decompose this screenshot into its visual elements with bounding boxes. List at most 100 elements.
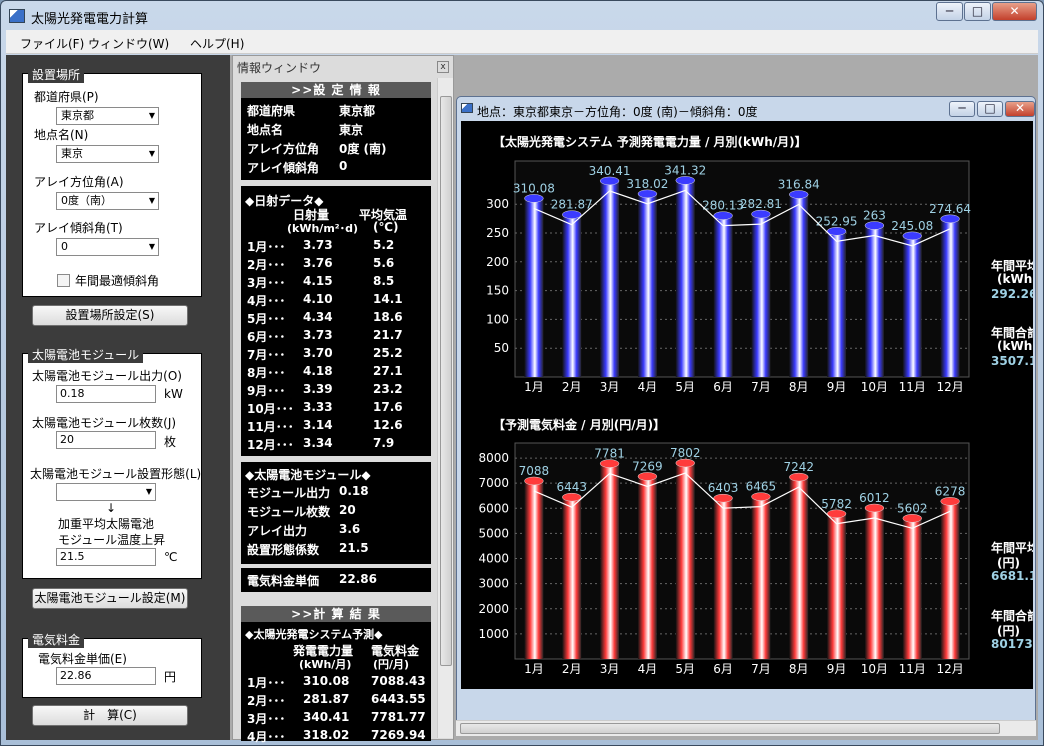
temp-rise-label-2: モジュール温度上昇 — [58, 533, 166, 547]
solar-col2-unit: (℃) — [373, 220, 399, 234]
result-month: 2月･･･ — [247, 694, 286, 708]
info-close-button[interactable]: x — [437, 61, 449, 73]
chart-maximize-button[interactable]: □ — [977, 101, 1003, 117]
module-info-value: 0.18 — [339, 484, 369, 498]
solar-month: 1月･･･ — [247, 240, 286, 254]
chart2-xtick: 5月 — [675, 662, 695, 676]
temp-rise-input[interactable]: 21.5 — [56, 548, 156, 566]
chart1-bar-cap — [524, 194, 544, 203]
chart2-xtick: 4月 — [638, 662, 658, 676]
chart2-xtick: 11月 — [899, 662, 926, 676]
solar-temperature: 7.9 — [373, 436, 395, 450]
solar-month: 7月･･･ — [247, 348, 286, 362]
optimal-tilt-checkbox[interactable] — [57, 274, 70, 287]
temp-rise-label-1: 加重平均太陽電池 — [58, 517, 155, 531]
calculate-button[interactable]: 計 算(C) — [32, 705, 188, 726]
chart-hscroll-thumb[interactable] — [460, 723, 1000, 734]
arrow-down: ↓ — [106, 501, 117, 515]
menu-window[interactable]: ウィンドウ(W) — [88, 35, 169, 52]
menu-file[interactable]: ファイル(F) — [20, 35, 84, 52]
chart-window-icon — [461, 103, 473, 113]
module-count-input[interactable]: 20 — [56, 431, 156, 449]
chart2-title: 【予測電気料金 / 月別(円/月)】 — [493, 418, 666, 432]
chart2-data-label: 6443 — [556, 480, 587, 494]
site-select[interactable]: 東京 — [56, 145, 159, 163]
chart-close-button[interactable]: ✕ — [1005, 101, 1035, 117]
module-settings-button[interactable]: 太陽電池モジュール設定(M) — [32, 588, 188, 609]
chart2-bar-cap — [751, 492, 771, 501]
maximize-button[interactable]: □ — [964, 2, 991, 21]
tilt-select[interactable]: 0 — [56, 238, 159, 256]
chart1-ytick: 200 — [486, 255, 509, 269]
location-settings-button[interactable]: 設置場所設定(S) — [32, 305, 188, 326]
optimal-tilt-label: 年間最適傾斜角 — [75, 274, 160, 288]
chart1-bar-cap — [562, 210, 582, 219]
solar-data-box: ◆日射データ◆ 日射量 (kWh/m²･d) 平均気温 (℃) 1月･･･ 3.7… — [241, 186, 431, 456]
solar-temperature: 5.2 — [373, 238, 395, 252]
chart2-ytick: 6000 — [478, 501, 509, 515]
chart1-ytick: 250 — [486, 226, 509, 240]
chart2-xtick: 3月 — [600, 662, 620, 676]
info-scroll-thumb[interactable] — [440, 96, 452, 666]
chart1-bar-cap — [940, 214, 960, 224]
solar-month: 4月･･･ — [247, 294, 286, 308]
chart-minimize-button[interactable]: ─ — [949, 101, 975, 117]
chart1-bar-cap — [599, 176, 620, 186]
chart2-xtick: 8月 — [789, 662, 809, 676]
temp-rise-unit: ℃ — [164, 550, 178, 564]
minimize-button[interactable]: ─ — [936, 2, 963, 21]
chart2-data-label: 6278 — [935, 484, 966, 498]
module-info-box: ◆太陽電池モジュール◆ モジュール出力 0.18 モジュール枚数 20 アレイ出力 3.6… — [241, 462, 431, 564]
module-output-input[interactable]: 0.18 — [56, 385, 156, 403]
result-box: >>計 算 結 果 ◆太陽光発電システム予測◆ 発電電力量 (kWh/月) 電気… — [241, 606, 431, 744]
chart1-bar — [637, 193, 657, 377]
module-count-unit: 枚 — [164, 435, 177, 449]
install-form-select[interactable] — [56, 483, 156, 501]
chart2-ytick: 7000 — [478, 476, 509, 490]
solar-irradiance: 4.15 — [303, 274, 333, 288]
solar-month: 6月･･･ — [247, 330, 286, 344]
close-button[interactable]: ✕ — [992, 2, 1037, 21]
solar-irradiance: 3.73 — [303, 328, 333, 342]
chart2-ytick: 3000 — [478, 577, 509, 591]
chart2-bar — [827, 513, 847, 659]
chart2-bar — [940, 501, 960, 659]
module-group-title: 太陽電池モジュール — [28, 346, 144, 363]
module-count-label: 太陽電池モジュール枚数(J) — [32, 416, 177, 430]
fee-input[interactable]: 22.86 — [56, 667, 156, 685]
fee-info-value: 22.86 — [339, 572, 377, 586]
chart1-bar-cap — [713, 211, 733, 220]
chart-window: 地点：東京都東京－方位角：0度 (南)－傾斜角：0度 ─ □ ✕ 【太陽光発電シ… — [456, 96, 1036, 721]
chart1-xtick: 6月 — [713, 380, 733, 394]
chart-horizontal-scrollbar[interactable] — [456, 720, 1036, 736]
chart1-data-label: 340.41 — [589, 164, 631, 178]
chart2-bar-cap — [599, 459, 620, 468]
chart1-avg-unit: (kWh) — [997, 272, 1033, 286]
chart2-total-value: 80173.15 — [991, 637, 1033, 651]
solar-irradiance: 3.34 — [303, 436, 333, 450]
chart2-data-label: 6403 — [708, 481, 739, 495]
chart2-ytick: 4000 — [478, 552, 509, 566]
chart1-bar-cap — [751, 209, 771, 219]
chart2-bar-cap — [562, 492, 582, 502]
chart1-data-label: 341.32 — [664, 163, 706, 177]
chart1-ytick: 50 — [494, 341, 509, 355]
solar-irradiance: 3.39 — [303, 382, 333, 396]
chart1-bar — [675, 180, 695, 377]
fee-info-key: 電気料金単価 — [247, 574, 320, 588]
chart2-ytick: 8000 — [478, 451, 509, 465]
solar-month: 10月･･･ — [247, 402, 294, 416]
menu-help[interactable]: ヘルプ(H) — [190, 35, 244, 52]
chart2-bar — [675, 463, 695, 659]
app-icon — [9, 9, 25, 23]
info-scrollbar[interactable] — [437, 78, 453, 738]
prefecture-select[interactable]: 東京都 — [56, 107, 159, 125]
result-cost: 7088.43 — [371, 674, 426, 688]
solar-temperature: 27.1 — [373, 364, 403, 378]
azimuth-select[interactable]: 0度（南） — [56, 192, 159, 210]
module-info-key: モジュール枚数 — [247, 505, 331, 519]
prefecture-label: 都道府県(P) — [34, 90, 99, 104]
chart1-plot-area — [514, 160, 970, 378]
site-label: 地点名(N) — [34, 128, 89, 142]
fee-group-title: 電気料金 — [28, 631, 85, 648]
